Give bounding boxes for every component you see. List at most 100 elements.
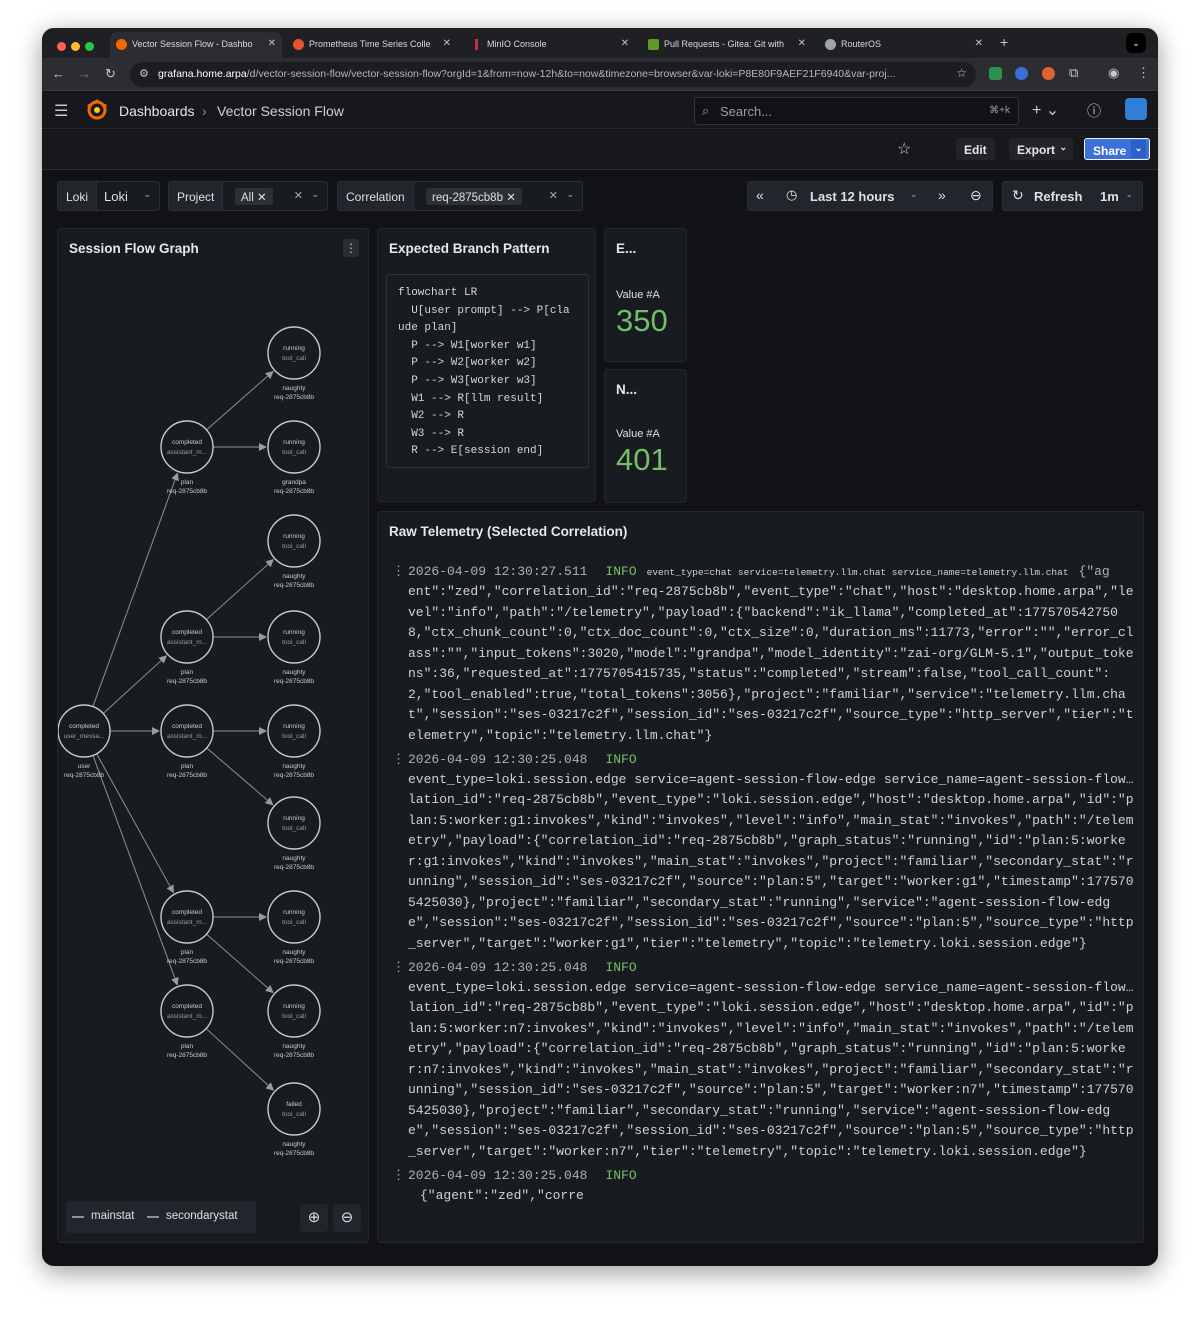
- extensions-puzzle-icon[interactable]: ⧉: [1069, 65, 1078, 81]
- log-row[interactable]: ⋮ 2026-04-09 12:30:27.511 INFO event_type=c…: [392, 562, 1140, 746]
- graph-node-circle[interactable]: [267, 890, 321, 944]
- close-tab-icon[interactable]: ✕: [443, 38, 451, 49]
- refresh-icon[interactable]: ↻: [1012, 187, 1024, 204]
- help-icon[interactable]: ⓘ: [1087, 101, 1101, 121]
- graph-edge[interactable]: [92, 472, 179, 707]
- graph-node[interactable]: failed tool_callnaughty req-2875cb8b: [267, 1082, 321, 1157]
- log-row-menu-icon[interactable]: ⋮: [392, 562, 405, 583]
- refresh-interval-select[interactable]: 1m: [1100, 189, 1119, 204]
- graph-node-circle[interactable]: [267, 326, 321, 380]
- graph-edge[interactable]: [205, 1028, 275, 1091]
- graph-node-circle[interactable]: [160, 890, 214, 944]
- forward-icon[interactable]: →: [78, 66, 91, 81]
- edit-button[interactable]: Edit: [956, 138, 995, 160]
- loki-variable[interactable]: Loki Loki ⌄: [57, 181, 160, 211]
- graph-node-circle[interactable]: [267, 1082, 321, 1136]
- clear-icon[interactable]: ✕: [294, 189, 303, 202]
- avatar[interactable]: [1125, 98, 1147, 120]
- minimize-window-button[interactable]: [71, 42, 80, 51]
- correlation-variable[interactable]: Correlation req-2875cb8b ✕ ✕ ⌄: [337, 181, 583, 211]
- log-row-menu-icon[interactable]: ⋮: [392, 750, 405, 771]
- graph-node[interactable]: running tool_callnaughty req-2875cb8b: [267, 984, 321, 1059]
- graph-node-circle[interactable]: [267, 420, 321, 474]
- extension-icon[interactable]: [1042, 67, 1055, 80]
- breadcrumb-dashboards[interactable]: Dashboards: [119, 103, 195, 119]
- zoom-in-icon[interactable]: ⊕: [300, 1204, 328, 1232]
- log-list[interactable]: ⋮ 2026-04-09 12:30:27.511 INFO event_type=c…: [392, 562, 1140, 1237]
- graph-edge[interactable]: [206, 747, 274, 806]
- graph-node-circle[interactable]: [160, 704, 214, 758]
- graph-node-circle[interactable]: [267, 610, 321, 664]
- graph-edge[interactable]: [206, 933, 274, 994]
- graph-edge[interactable]: [206, 370, 274, 431]
- share-menu-chevron-icon[interactable]: ⌄: [1131, 140, 1146, 158]
- variable-chip[interactable]: All ✕: [235, 188, 273, 205]
- profile-icon[interactable]: ◉: [1108, 65, 1119, 81]
- graph-node[interactable]: running tool_callnaughty req-2875cb8b: [267, 326, 321, 401]
- remove-chip-icon[interactable]: ✕: [257, 192, 267, 204]
- new-tab-icon[interactable]: +: [1000, 34, 1008, 50]
- close-tab-icon[interactable]: ✕: [621, 38, 629, 49]
- bookmark-star-icon[interactable]: ☆: [952, 66, 967, 80]
- log-row-menu-icon[interactable]: ⋮: [392, 1166, 405, 1187]
- tab-search-icon[interactable]: ⌄: [1126, 33, 1146, 53]
- extension-icon[interactable]: [989, 67, 1002, 80]
- window-controls[interactable]: [57, 38, 99, 56]
- browser-tab[interactable]: Vector Session Flow - Dashbo ✕: [110, 32, 282, 58]
- graph-node-circle[interactable]: [267, 514, 321, 568]
- grafana-logo-icon[interactable]: [86, 99, 108, 121]
- close-tab-icon[interactable]: ✕: [975, 38, 983, 49]
- log-row[interactable]: ⋮ 2026-04-09 12:30:25.048 INFO event_type=l…: [392, 750, 1140, 954]
- log-row[interactable]: ⋮ 2026-04-09 12:30:25.048 INFO event_type=l…: [392, 958, 1140, 1162]
- maximize-window-button[interactable]: [85, 42, 94, 51]
- search-input[interactable]: ⌕ Search... ⌘+k: [694, 97, 1019, 125]
- graph-node-circle[interactable]: [267, 796, 321, 850]
- graph-edge[interactable]: [96, 753, 174, 894]
- graph-node[interactable]: running tool_callnaughty req-2875cb8b: [267, 704, 321, 779]
- log-row[interactable]: ⋮ 2026-04-09 12:30:25.048 INFO {"agent":"ze…: [392, 1166, 1140, 1206]
- close-window-button[interactable]: [57, 42, 66, 51]
- graph-node[interactable]: running tool_callnaughty req-2875cb8b: [267, 514, 321, 589]
- clear-icon[interactable]: ✕: [549, 189, 558, 202]
- close-tab-icon[interactable]: ✕: [798, 38, 806, 49]
- graph-edge[interactable]: [206, 559, 274, 621]
- share-button[interactable]: Share ⌄: [1084, 138, 1150, 160]
- menu-hamburger-icon[interactable]: ☰: [54, 101, 68, 121]
- graph-node[interactable]: running tool_callnaughty req-2875cb8b: [267, 610, 321, 685]
- graph-node[interactable]: completed assistant_m...plan req-2875cb8b: [160, 610, 214, 685]
- graph-node[interactable]: running tool_callnaughty req-2875cb8b: [267, 890, 321, 965]
- graph-edge[interactable]: [102, 655, 168, 714]
- node-graph[interactable]: completeduser_messa...userreq-2875cb8bco…: [58, 229, 368, 1189]
- back-icon[interactable]: ←: [52, 66, 65, 81]
- time-range-button[interactable]: Last 12 hours: [810, 189, 895, 204]
- graph-node-circle[interactable]: [58, 704, 111, 758]
- browser-tab[interactable]: Pull Requests - Gitea: Git with ✕: [642, 32, 812, 58]
- graph-node[interactable]: running tool_callgrandpa req-2875cb8b: [267, 420, 321, 495]
- log-row-menu-icon[interactable]: ⋮: [392, 958, 405, 979]
- export-button[interactable]: Export ⌄: [1009, 138, 1074, 160]
- time-back-icon[interactable]: «: [756, 187, 764, 203]
- refresh-button[interactable]: Refresh: [1034, 189, 1082, 204]
- graph-node[interactable]: completed assistant_m...plan req-2875cb8b: [160, 890, 214, 965]
- browser-tab[interactable]: Prometheus Time Series Colle ✕: [287, 32, 457, 58]
- graph-node[interactable]: completed assistant_m...plan req-2875cb8b: [160, 420, 214, 495]
- graph-edge[interactable]: [92, 755, 179, 986]
- variable-chip[interactable]: req-2875cb8b ✕: [426, 188, 522, 205]
- graph-node-circle[interactable]: [267, 704, 321, 758]
- reload-icon[interactable]: ↻: [105, 66, 116, 82]
- new-plus-icon[interactable]: + ⌄: [1032, 100, 1059, 120]
- browser-tab[interactable]: RouterOS ✕: [819, 32, 989, 58]
- zoom-out-time-icon[interactable]: ⊖: [970, 187, 982, 204]
- graph-node-circle[interactable]: [160, 610, 214, 664]
- graph-node-circle[interactable]: [267, 984, 321, 1038]
- close-tab-icon[interactable]: ✕: [268, 38, 276, 49]
- browser-menu-icon[interactable]: ⋮: [1137, 65, 1150, 81]
- graph-node[interactable]: completed user_messa...user req-2875cb8b: [58, 704, 111, 779]
- graph-node-circle[interactable]: [160, 420, 214, 474]
- graph-node[interactable]: running tool_callnaughty req-2875cb8b: [267, 796, 321, 871]
- graph-node[interactable]: completed assistant_m...plan req-2875cb8b: [160, 704, 214, 779]
- graph-node-circle[interactable]: [160, 984, 214, 1038]
- time-forward-icon[interactable]: »: [938, 187, 946, 203]
- extension-icon[interactable]: [1015, 67, 1028, 80]
- favorite-star-icon[interactable]: ☆: [897, 139, 911, 159]
